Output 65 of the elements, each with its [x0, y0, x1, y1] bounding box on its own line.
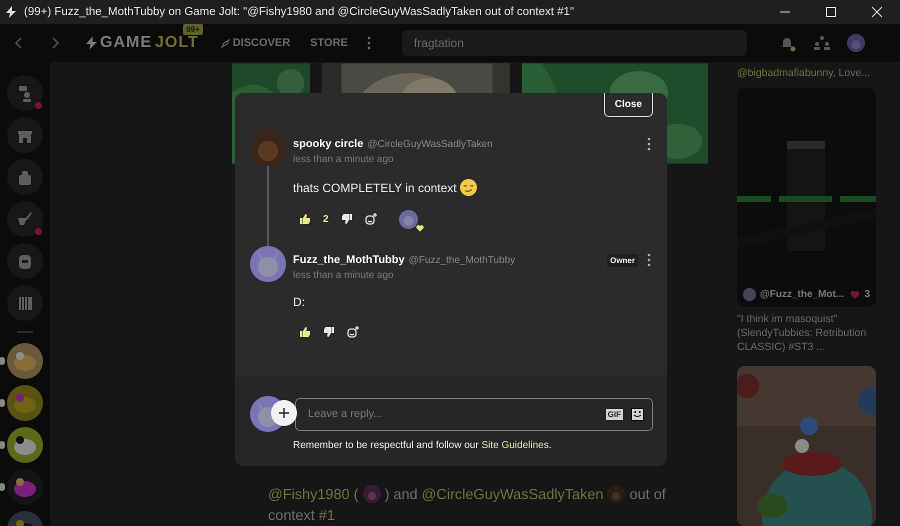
comment-time: less than a minute ago: [293, 270, 395, 281]
friends-icon[interactable]: [812, 34, 831, 52]
dislike-button[interactable]: [323, 326, 335, 338]
user-avatar: [250, 130, 286, 166]
user-avatar: [743, 288, 756, 301]
post-caption: @bigbadmafiabunny, Love...: [737, 67, 872, 79]
plus-icon: [279, 408, 289, 418]
video-caption: "I think im masoquist" (SlendyTubbies: Retribution CLASSIC) #ST3 ...: [737, 312, 868, 354]
user-avatar: [607, 485, 626, 503]
app-icon: [6, 6, 16, 18]
sidebar-button[interactable]: [7, 243, 43, 279]
emoji-add-icon: [364, 213, 377, 225]
owner-badge: Owner: [607, 254, 638, 266]
heart-icon: [416, 224, 424, 232]
compass-icon: [220, 38, 230, 48]
logo-text[interactable]: JOLT: [155, 34, 199, 52]
emoji-icon[interactable]: [631, 408, 644, 420]
comment-author[interactable]: spooky circle: [293, 138, 364, 150]
guidelines-note: Remember to be respectful and follow our Site Guidelines.: [293, 440, 552, 451]
comment-text: D:: [293, 295, 305, 309]
comment-text: thats COMPLETELY in context: [293, 180, 457, 194]
mention-link[interactable]: @CircleGuyWasSadlyTaken: [422, 487, 604, 503]
reply-field[interactable]: Leave a reply... GIF: [295, 398, 653, 430]
video-author[interactable]: @Fuzz_the_Mot...: [760, 289, 846, 300]
sidebar-button[interactable]: [7, 159, 43, 195]
sidebar-button[interactable]: [7, 285, 43, 321]
search-field[interactable]: fragtation: [402, 30, 747, 56]
gif-button[interactable]: GIF: [606, 408, 623, 420]
dislike-button[interactable]: [340, 213, 353, 225]
close-button[interactable]: Close: [604, 93, 653, 117]
thumbs-down-icon: [340, 213, 353, 225]
user-avatar: [362, 485, 381, 503]
thumbs-up-icon: [299, 213, 311, 225]
like-count: 3: [864, 289, 870, 300]
more-icon[interactable]: [366, 36, 372, 50]
notification-badge: 99+: [183, 24, 203, 35]
guidelines-link[interactable]: Site Guidelines: [481, 440, 549, 451]
comment-handle[interactable]: @Fuzz_the_MothTubby: [408, 254, 604, 266]
user-avatar[interactable]: [846, 34, 865, 52]
nav-link[interactable]: DISCOVER: [220, 37, 290, 49]
mention-link[interactable]: @Fishy1980: [268, 487, 350, 503]
thumbs-up-icon: [299, 326, 311, 338]
mention-link[interactable]: @bigbadmafiabunny: [737, 67, 833, 79]
add-reaction-button[interactable]: [364, 213, 377, 225]
like-button[interactable]: 2: [299, 213, 329, 225]
more-icon[interactable]: [646, 253, 652, 267]
comment-author[interactable]: Fuzz_the_MothTubby: [293, 254, 405, 266]
thumbs-down-icon: [323, 326, 335, 338]
reaction-avatar[interactable]: [398, 210, 418, 228]
logo-text[interactable]: GAME: [100, 34, 152, 52]
sidebar-button[interactable]: [7, 201, 43, 237]
nav-link[interactable]: STORE: [310, 37, 348, 49]
sidebar-button[interactable]: [7, 117, 43, 153]
more-icon[interactable]: [646, 137, 652, 151]
like-button[interactable]: [299, 326, 311, 338]
add-reaction-button[interactable]: [347, 326, 359, 338]
mention-link[interactable]: #1: [318, 508, 335, 524]
bolt-icon: [86, 36, 97, 50]
comment-handle[interactable]: @CircleGuyWasSadlyTaken: [367, 138, 638, 150]
comment-time: less than a minute ago: [293, 154, 395, 165]
heart-icon: [850, 290, 860, 299]
window-title: (99+) Fuzz_the_MothTubby on Game Jolt: "@Fishy1980 and @CircleGuyWasSadlyTaken out of context #1": [24, 6, 576, 18]
emoji-add-icon: [347, 326, 359, 338]
sidebar-button[interactable]: [7, 75, 43, 111]
post-text: @Fishy1980 ( ) and @CircleGuyWasSadlyTaken out of context #1: [267, 485, 667, 526]
